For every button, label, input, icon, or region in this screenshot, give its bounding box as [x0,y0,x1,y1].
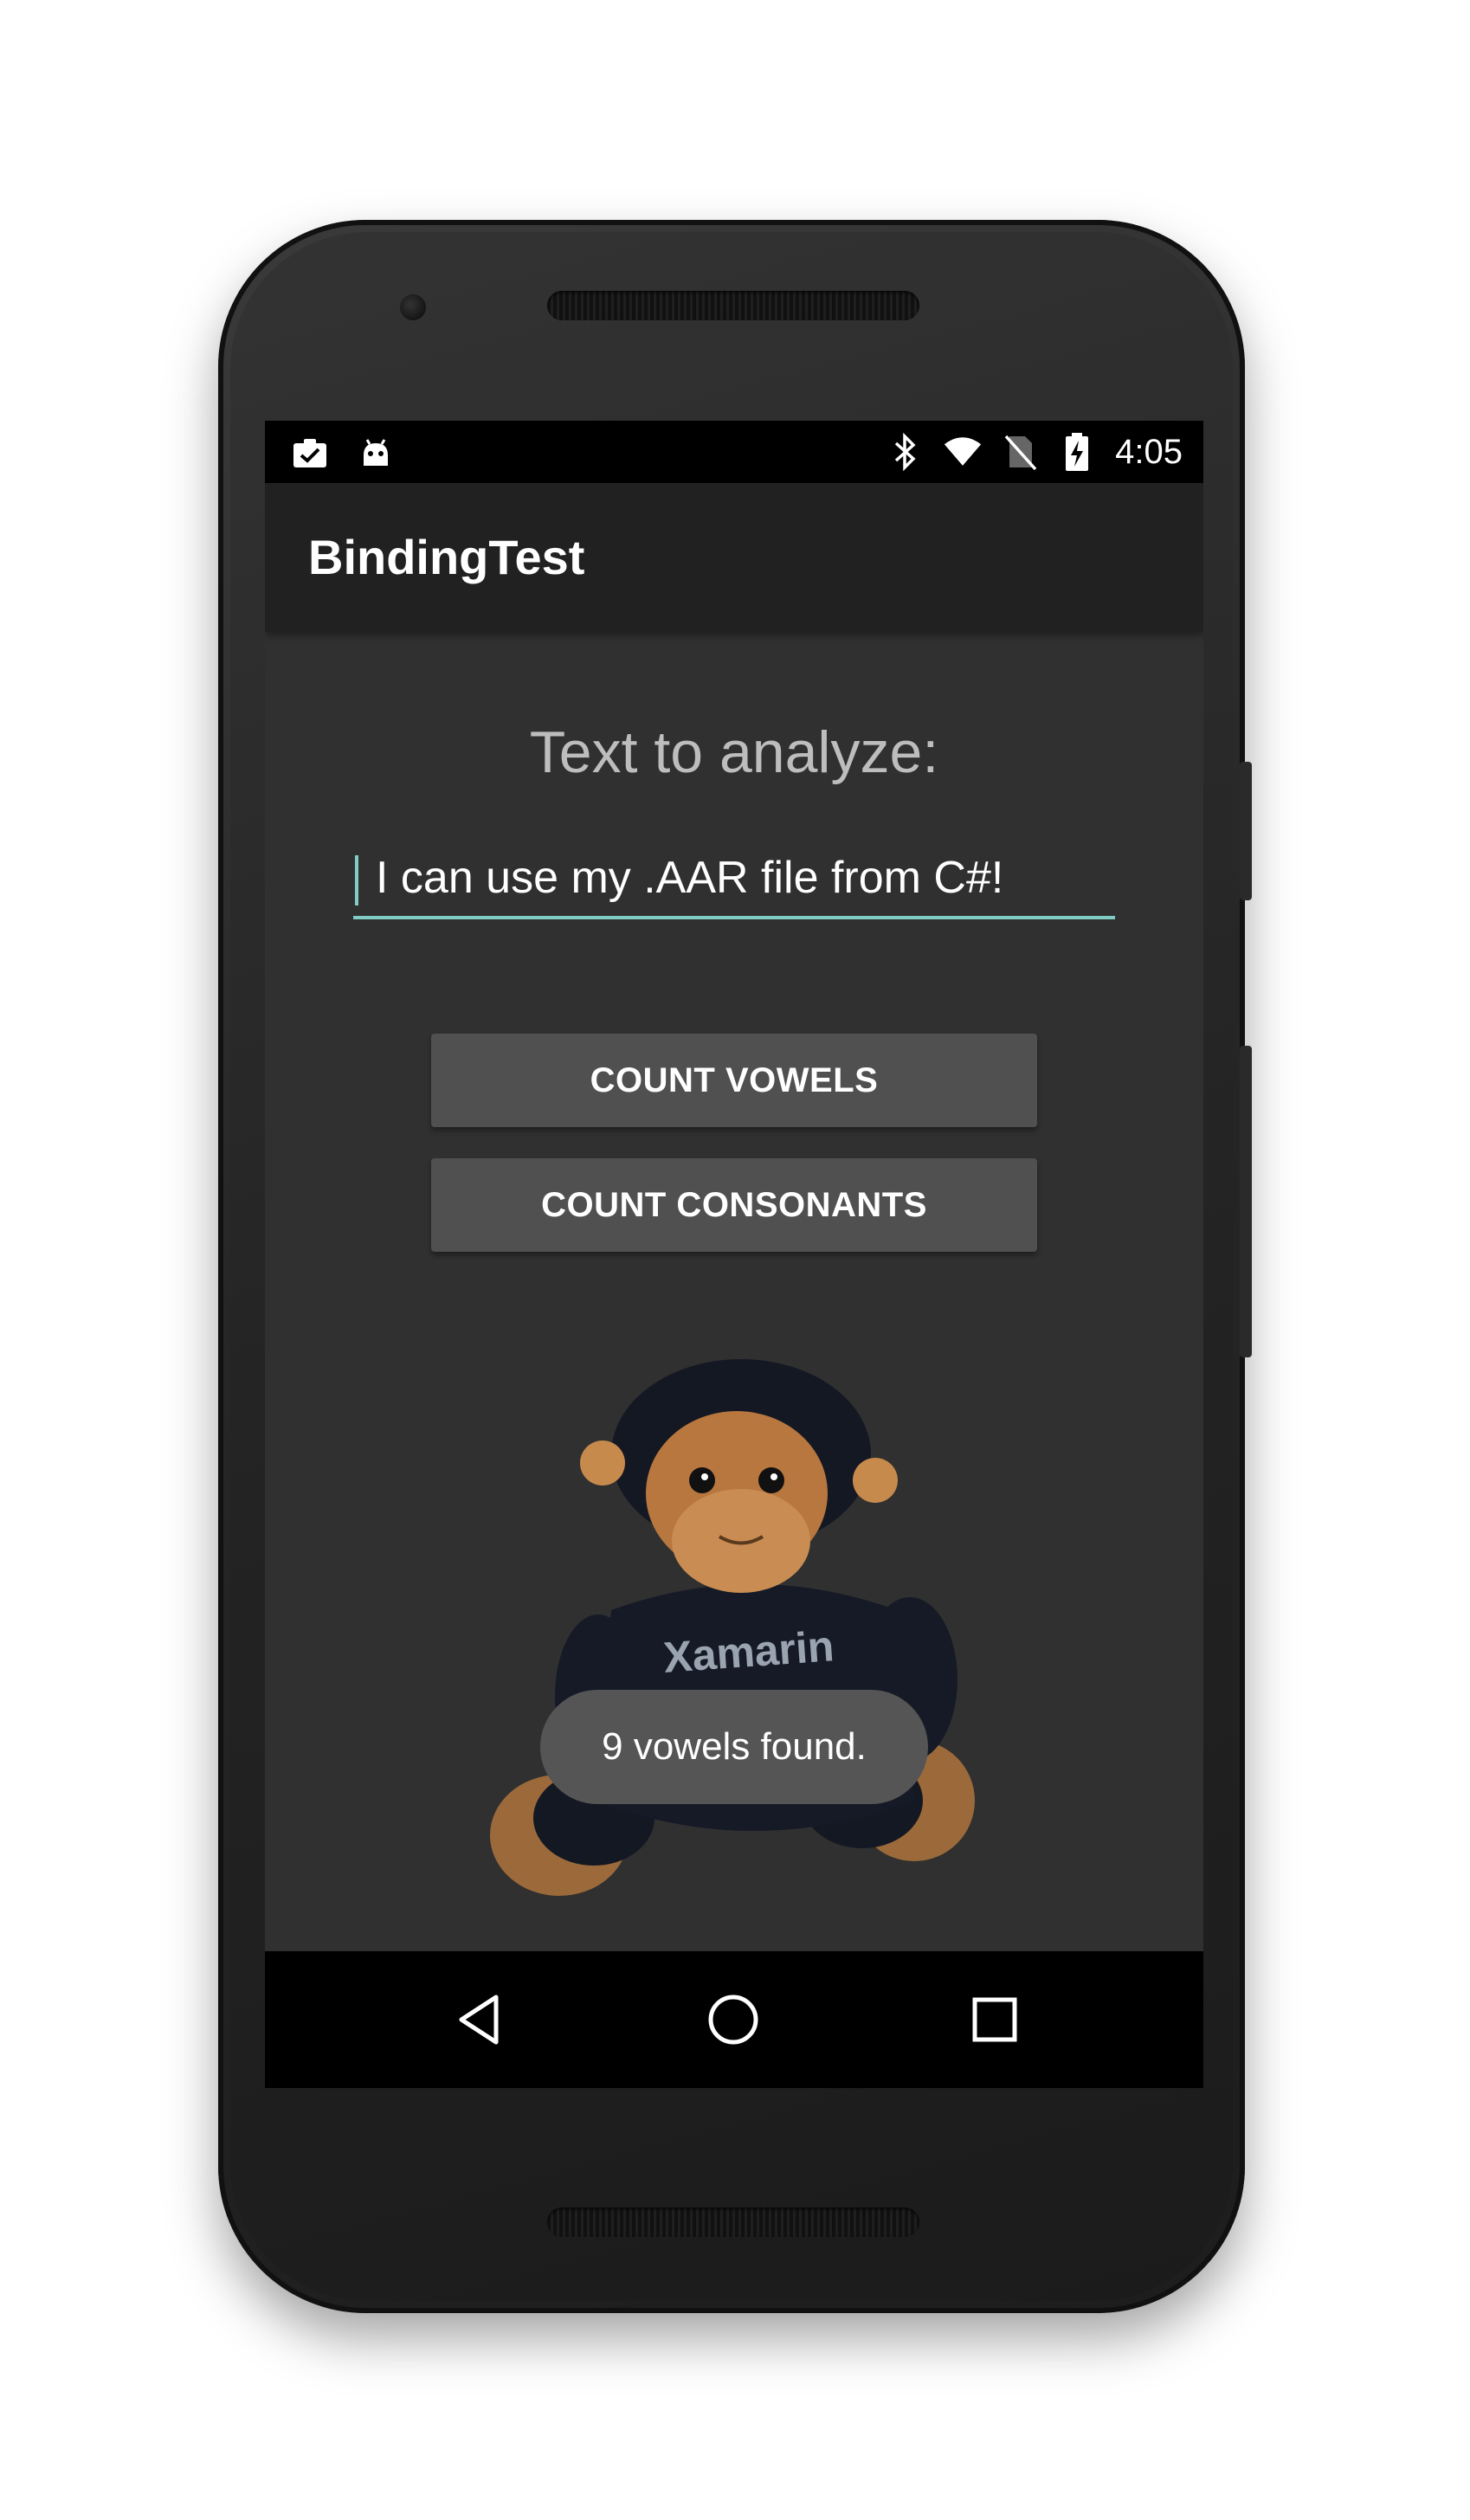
power-button [1240,762,1252,900]
volume-rocker [1240,1046,1252,1357]
count-vowels-button[interactable]: COUNT VOWELS [431,1034,1037,1127]
battery-charging-icon [1058,433,1096,471]
recents-icon[interactable] [964,1989,1025,2050]
bluetooth-icon [887,433,925,471]
front-camera [400,294,426,320]
no-sim-icon [1001,433,1039,471]
navigation-bar [265,1951,1203,2088]
text-input-container[interactable] [353,840,1115,919]
input-underline [353,916,1115,919]
xamarin-monkey-image: Xamarin [490,1359,975,1896]
status-bar: 4:05 [265,421,1203,483]
top-speaker-grille [547,291,919,320]
toast-message: 9 vowels found. [540,1690,928,1804]
status-time: 4:05 [1115,433,1183,471]
clipboard-check-icon [291,435,329,473]
app-title: BindingTest [308,530,585,584]
status-bar-system: 4:05 [887,429,1183,474]
app-bar: BindingTest [265,483,1203,632]
text-to-analyze-input[interactable] [353,840,1115,916]
count-consonants-button[interactable]: COUNT CONSONANTS [431,1158,1037,1252]
main-content: Text to analyze: COUNT VOWELS COUNT CONS… [265,632,1203,1951]
back-icon[interactable] [450,1989,511,2050]
bottom-speaker-grille [547,2207,919,2237]
wifi-icon [944,433,982,471]
prompt-label: Text to analyze: [529,719,939,785]
text-cursor [355,855,358,906]
home-icon[interactable] [703,1989,764,2050]
android-debug-icon [357,435,395,473]
status-bar-notifications [291,435,395,473]
phone-screen: 4:05 BindingTest Text to analyze: COUNT … [265,421,1203,2088]
